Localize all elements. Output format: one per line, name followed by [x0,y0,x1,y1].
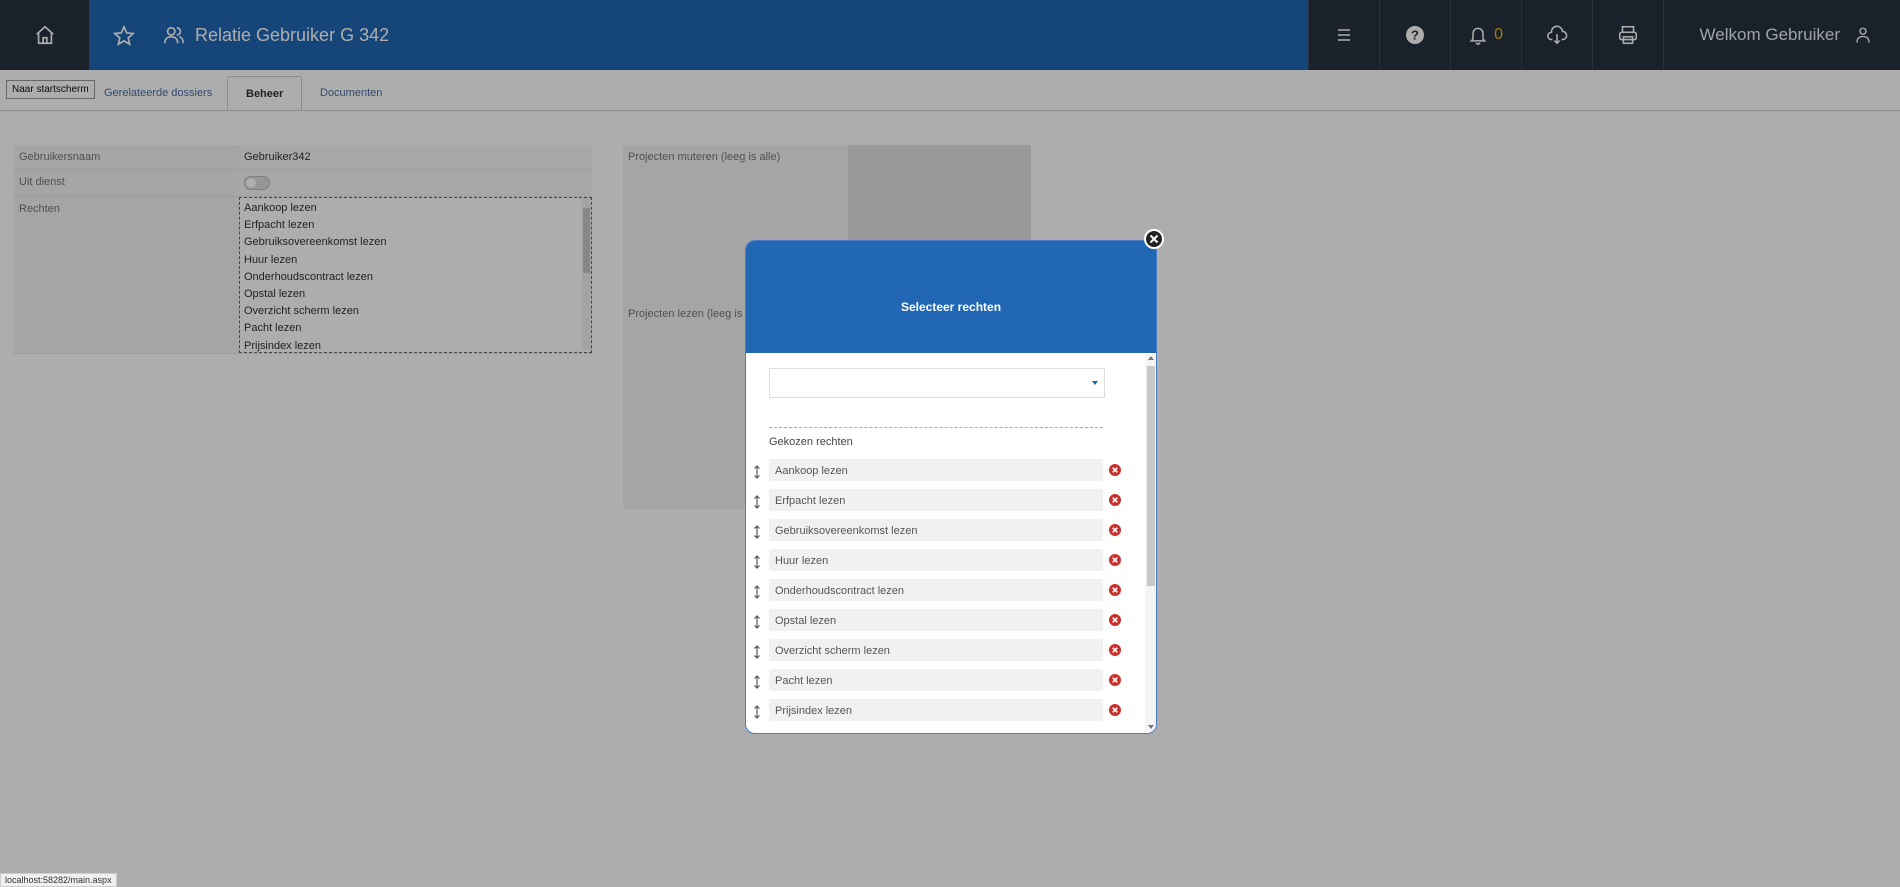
drag-handle-icon[interactable] [753,495,761,509]
chosen-right-label: Opstal lezen [769,609,1103,631]
chosen-rights-title: Gekozen rechten [769,436,853,448]
status-url: localhost:58282/main.aspx [0,873,117,887]
remove-icon[interactable] [1109,524,1121,536]
chosen-right-label: Aankoop lezen [769,459,1103,481]
modal-header: Selecteer rechten [746,241,1156,353]
chosen-right-label: Huur lezen [769,549,1103,571]
remove-icon[interactable] [1109,584,1121,596]
remove-icon[interactable] [1109,494,1121,506]
modal-title: Selecteer rechten [900,300,1002,314]
chosen-right-label: Pacht lezen [769,669,1103,691]
modal-scrollbar[interactable] [1145,354,1156,732]
drag-handle-icon[interactable] [753,585,761,599]
remove-icon[interactable] [1109,554,1121,566]
chosen-right-item: Overzicht scherm lezen [746,638,1144,668]
chosen-right-item: Prijsindex lezen [746,698,1144,728]
chosen-right-label: Gebruiksovereenkomst lezen [769,519,1103,541]
drag-handle-icon[interactable] [753,525,761,539]
chosen-right-item: Erfpacht lezen [746,488,1144,518]
select-rights-modal: Selecteer rechten Gekozen rechten Aankoo… [745,240,1157,734]
chosen-right-label: Overzicht scherm lezen [769,639,1103,661]
drag-handle-icon[interactable] [753,645,761,659]
modal-close-button[interactable] [1144,229,1164,249]
drag-handle-icon[interactable] [753,615,761,629]
close-icon [1149,234,1159,244]
chosen-rights-list: Aankoop lezen Erfpacht lezen Gebruiksove… [746,458,1144,728]
chosen-right-item: Opstal lezen [746,608,1144,638]
modal-scroll-thumb[interactable] [1147,366,1155,586]
chosen-right-item: Aankoop lezen [746,458,1144,488]
remove-icon[interactable] [1109,704,1121,716]
chevron-down-icon [1092,381,1098,385]
chosen-right-label: Prijsindex lezen [769,699,1103,721]
rights-select[interactable] [769,368,1105,398]
chosen-right-item: Pacht lezen [746,668,1144,698]
scroll-up-icon[interactable] [1148,356,1154,360]
drag-handle-icon[interactable] [753,705,761,719]
chosen-right-item: Onderhoudscontract lezen [746,578,1144,608]
remove-icon[interactable] [1109,614,1121,626]
modal-body: Gekozen rechten Aankoop lezen Erfpacht l… [746,354,1144,732]
chosen-right-item: Huur lezen [746,548,1144,578]
remove-icon[interactable] [1109,644,1121,656]
chosen-right-label: Onderhoudscontract lezen [769,579,1103,601]
remove-icon[interactable] [1109,674,1121,686]
drag-handle-icon[interactable] [753,675,761,689]
chosen-right-item: Gebruiksovereenkomst lezen [746,518,1144,548]
drag-handle-icon[interactable] [753,555,761,569]
remove-icon[interactable] [1109,464,1121,476]
drag-handle-icon[interactable] [753,465,761,479]
scroll-down-icon[interactable] [1148,725,1154,729]
divider [769,427,1103,428]
chosen-right-label: Erfpacht lezen [769,489,1103,511]
